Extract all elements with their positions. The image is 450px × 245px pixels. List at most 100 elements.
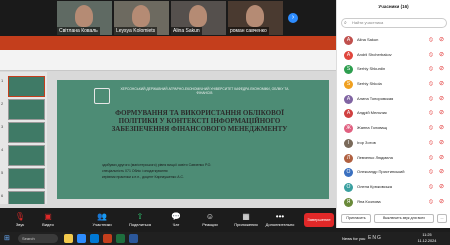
camera-off-icon: ⊘ — [439, 198, 445, 205]
camera-off-icon: ▣ — [44, 212, 52, 221]
participant-row[interactable]: О Олена Крюковська ⦸ ⊘ — [337, 180, 450, 195]
avatar: S — [344, 65, 353, 75]
microphone-muted-icon: ⦸ — [429, 139, 433, 146]
mute-all-button[interactable]: Выключить звук для всех — [374, 214, 434, 223]
panel-footer: Пригласить Выключить звук для всех ... — [337, 212, 450, 226]
slide-org: ХЕРСОНСЬКИЙ ДЕРЖАВНИЙ АГРАРНО-ЕКОНОМІЧНИ… — [120, 87, 289, 95]
more-label: Дополнительно — [265, 222, 295, 227]
end-meeting-button[interactable]: Завершение — [304, 213, 334, 227]
slide-thumbnail[interactable] — [8, 122, 45, 143]
slide-thumbnail[interactable] — [8, 145, 45, 166]
video-tile[interactable]: Світлана Коваль — [57, 1, 112, 35]
thumb-number: 4 — [1, 147, 4, 152]
participant-name: Левченко Людмила — [357, 154, 393, 160]
screen: Світлана Коваль Leysya Kolomiets Alina S… — [0, 0, 450, 245]
participant-row[interactable]: Л Левченко Людмила ⦸ ⊘ — [337, 151, 450, 166]
word-icon[interactable] — [129, 234, 138, 243]
invite-button[interactable]: Пригласить — [341, 214, 371, 223]
participant-row[interactable]: О Олександр Пристинський ⦸ ⊘ — [337, 165, 450, 180]
participant-row[interactable]: S Serhiy Shkurdin ⦸ ⊘ — [337, 62, 450, 77]
tile-name: Alina Sakun — [171, 27, 202, 35]
video-tile[interactable]: роман савченко — [228, 1, 283, 35]
reaction-icon: ☺ — [205, 212, 215, 221]
news-widget[interactable]: News for you — [342, 232, 365, 245]
participant-row[interactable]: A Andrii Shcherbakov ⦸ ⊘ — [337, 48, 450, 63]
microphone-muted-icon: ⦸ — [429, 66, 433, 73]
participant-video — [132, 5, 150, 27]
microphone-muted-icon: ⦸ — [429, 169, 433, 176]
participant-name: Андрій Мельник — [357, 110, 387, 116]
participants-panel: Учасники (16) ⌕ Найти участника A Alina S… — [336, 0, 450, 228]
avatar: A — [344, 50, 353, 60]
microphone-muted-icon: ⦸ — [429, 110, 433, 117]
excel-icon[interactable] — [116, 234, 125, 243]
ppt-title-bar — [0, 36, 336, 44]
participants-button[interactable]: 👥 Участники — [82, 211, 122, 231]
more-icon: ••• — [275, 212, 285, 221]
participant-row[interactable]: A Алина Топоровская ⦸ ⊘ — [337, 92, 450, 107]
video-label: Видео — [42, 222, 54, 227]
video-tile[interactable]: Alina Sakun — [171, 1, 226, 35]
slide-thumbnail[interactable] — [8, 168, 45, 189]
camera-off-icon: ⊘ — [439, 125, 445, 132]
zoom-app-icon[interactable] — [77, 234, 86, 243]
file-explorer-icon[interactable] — [64, 234, 73, 243]
microphone-muted-icon: ⦸ — [429, 37, 433, 43]
panel-title: Учасники (16) — [378, 4, 409, 9]
avatar: І — [344, 138, 353, 148]
camera-off-icon: ⊘ — [439, 66, 445, 73]
microphone-muted-icon: ⦸ — [429, 154, 433, 161]
camera-off-icon: ⊘ — [439, 169, 445, 176]
participant-name: Ігор Зотов — [357, 139, 376, 145]
participant-video — [246, 5, 264, 27]
participant-row[interactable]: І Ігор Зотов ⦸ ⊘ — [337, 136, 450, 151]
participant-row[interactable]: Ж Жанна Головащ ⦸ ⊘ — [337, 121, 450, 136]
participant-row[interactable]: А Андрій Мельник ⦸ ⊘ — [337, 106, 450, 121]
avatar: О — [344, 168, 353, 178]
shared-screen: 1 2 3 4 5 6 ХЕРСОНСЬКИЙ ДЕРЖАВНИЙ АГРАРН… — [0, 36, 336, 212]
microphone-muted-icon: ⦸ — [429, 198, 433, 205]
participant-row[interactable]: Я Яна Козлова ⦸ ⊘ — [337, 195, 450, 210]
participant-row[interactable]: S Serhiy Shkola ⦸ ⊘ — [337, 77, 450, 92]
taskbar-clock[interactable]: 11:25 11.12.2024 — [408, 233, 446, 244]
avatar: S — [344, 80, 353, 90]
share-screen-icon: ⇧ — [136, 212, 144, 221]
thumb-number: 1 — [1, 78, 4, 83]
powerpoint-icon[interactable] — [103, 234, 112, 243]
thumb-number: 3 — [1, 124, 4, 129]
video-strip: Світлана Коваль Leysya Kolomiets Alina S… — [0, 0, 336, 36]
system-tray[interactable]: ENG — [368, 232, 382, 245]
avatar: A — [344, 36, 353, 45]
chevron-right-icon[interactable]: › — [288, 13, 298, 23]
avatar: Я — [344, 197, 353, 207]
participant-search-input[interactable]: ⌕ Найти участника — [341, 18, 447, 28]
participant-list: A Alina Sakun ⦸ ⊘ A Andrii Shcherbakov ⦸ ⊘ S Serh… — [337, 33, 450, 209]
share-button[interactable]: ⇧ Поделиться — [120, 211, 160, 231]
participant-name: Andrii Shcherbakov — [357, 51, 392, 57]
more-button[interactable]: ••• Дополнительно — [260, 211, 300, 231]
edge-browser-icon[interactable] — [90, 234, 99, 243]
camera-off-icon: ⊘ — [439, 183, 445, 190]
video-button[interactable]: ▣ Видео — [28, 211, 68, 231]
windows-start-icon[interactable]: ⊞ — [4, 235, 10, 242]
camera-off-icon: ⊘ — [439, 37, 445, 43]
microphone-muted-icon: ⦸ — [429, 51, 433, 58]
participant-name: Алина Топоровская — [357, 95, 394, 101]
slide-info-line: керівник практики к.е.н., доцент Карнауш… — [102, 175, 185, 179]
participant-video — [189, 5, 207, 27]
video-tile[interactable]: Leysya Kolomiets — [114, 1, 169, 35]
slide-thumbnail[interactable] — [8, 76, 45, 97]
more-options-button[interactable]: ... — [437, 214, 447, 223]
thumb-number: 6 — [1, 193, 4, 198]
participant-row[interactable]: A Alina Sakun ⦸ ⊘ — [337, 33, 450, 48]
slide-thumbnail[interactable] — [8, 99, 45, 120]
clock-date: 11.12.2024 — [417, 238, 437, 243]
taskbar-search[interactable]: Search — [18, 234, 58, 243]
reactions-button[interactable]: ☺ Реакции — [190, 211, 230, 231]
avatar: A — [344, 94, 353, 104]
participant-name: Олена Крюковська — [357, 183, 392, 189]
participant-name: Олександр Пристинський — [357, 169, 405, 175]
participant-name: Жанна Головащ — [357, 125, 387, 131]
microphone-muted-icon: ⦸ — [429, 81, 433, 88]
ppt-ribbon — [0, 50, 336, 71]
